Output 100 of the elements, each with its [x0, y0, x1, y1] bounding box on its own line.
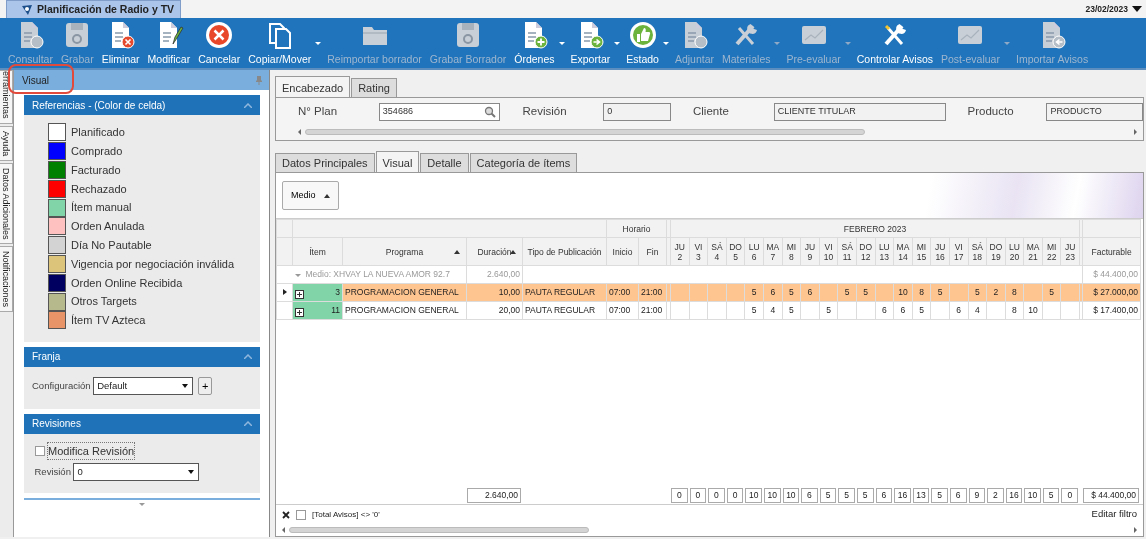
total-cell: 0: [1061, 487, 1079, 503]
cancel-icon: [204, 20, 235, 50]
toolbar-button[interactable]: Órdenes: [510, 18, 567, 68]
horizontal-scrollbar[interactable]: [298, 127, 1137, 136]
sort-icon[interactable]: [510, 250, 516, 254]
tab[interactable]: Rating: [351, 78, 397, 97]
table-cell: 5: [819, 301, 838, 320]
dropdown-field[interactable]: Default: [93, 376, 194, 395]
checkbox[interactable]: [34, 446, 45, 456]
legend-label: Otros Targets: [71, 294, 137, 310]
add-button[interactable]: +: [198, 376, 213, 395]
side-tab[interactable]: Datos Adicionales: [0, 162, 13, 245]
input-field[interactable]: CLIENTE TITULAR: [773, 103, 946, 121]
total-cell: 10: [763, 487, 781, 503]
total-cell: 9: [968, 487, 986, 503]
dropdown-icon[interactable]: [1132, 6, 1142, 12]
total-cell: 13: [912, 487, 930, 503]
collapse-icon[interactable]: [294, 274, 301, 278]
table-cell: 20,00: [466, 301, 523, 320]
edit-filter-link[interactable]: Editar filtro: [1091, 507, 1137, 522]
total-cell: 10: [745, 487, 762, 503]
toolbar-button[interactable]: Eliminar: [97, 18, 144, 68]
table-cell: $ 17.400,00: [1082, 301, 1141, 320]
date-text: 23/02/2023: [1085, 2, 1128, 16]
total-cell: 10: [782, 487, 800, 503]
toolbar-button[interactable]: Cancelar: [194, 18, 245, 68]
tab[interactable]: Visual: [375, 151, 420, 173]
total-cell: 16: [1005, 487, 1023, 503]
table-row[interactable]: 3 PROGRAMACION GENERAL 10,00 PAUTA REGULAR 07:00 21:00 5 6 5 6 5 5 10 8 5 5 2 8 5 $ 27.000,00: [276, 283, 1141, 302]
sort-icon[interactable]: [454, 250, 460, 254]
total-cell: 6: [949, 487, 967, 503]
table-cell: 4: [968, 301, 987, 320]
input-field[interactable]: PRODUCTO: [1046, 103, 1143, 121]
column-header[interactable]: Facturable: [1082, 237, 1141, 266]
legend-label: Facturado: [71, 162, 121, 178]
tab[interactable]: Detalle: [420, 153, 469, 172]
column-group-header: Horario: [606, 219, 667, 238]
section-title: Referencias - (Color de celda): [32, 98, 166, 113]
filter-text: [Total Avisos] <> '0': [312, 508, 380, 521]
table-cell: 5: [912, 301, 931, 320]
column-header[interactable]: Programa: [342, 237, 467, 266]
checkbox[interactable]: [296, 509, 306, 520]
table-cell: PAUTA REGULAR: [522, 301, 607, 320]
section-title: Franja: [32, 350, 61, 365]
table-cell: 8: [1005, 301, 1024, 320]
total-cell: 2.640,00: [467, 487, 521, 503]
legend-label: Orden Online Recibida: [71, 275, 183, 291]
table-cell: 10: [1023, 301, 1043, 320]
tab[interactable]: Encabezado: [275, 76, 351, 98]
column-header[interactable]: Duración: [466, 237, 523, 266]
input-field[interactable]: 0: [603, 103, 671, 121]
toolbar-button[interactable]: Controlar Avisos: [852, 18, 937, 68]
checkbox-label[interactable]: Modifica Revisión: [47, 441, 136, 461]
side-tab[interactable]: Notificaciones: [0, 246, 13, 313]
total-cell: 16: [894, 487, 911, 503]
collapse-icon[interactable]: [244, 102, 252, 108]
column-group-header: FEBRERO 2023: [670, 219, 1080, 238]
table-cell: 21:00: [638, 301, 667, 320]
table-cell: $ 44.400,00: [1082, 265, 1141, 284]
legend-label: Vigencia por negociación inválida: [71, 256, 235, 272]
total-cell: 0: [689, 487, 707, 503]
total-cell: 0: [726, 487, 744, 503]
collapse-icon[interactable]: [244, 421, 252, 427]
table-cell: 07:00: [606, 301, 639, 320]
expand-icon[interactable]: [295, 290, 304, 299]
close-icon[interactable]: [282, 510, 290, 519]
table-cell: 4: [763, 301, 783, 320]
expand-icon[interactable]: [295, 308, 304, 317]
legend-label: Día No Pautable: [71, 237, 152, 253]
toolbar-button[interactable]: Modificar: [143, 18, 195, 68]
legend-label: Ítem manual: [71, 200, 132, 216]
tab[interactable]: Datos Principales: [275, 153, 375, 172]
field-label: Cliente: [693, 104, 730, 120]
tab[interactable]: Categoría de ítems: [469, 153, 578, 172]
column-header[interactable]: Tipo de Publicación: [522, 237, 607, 266]
input-field[interactable]: 354686: [378, 103, 501, 121]
search-icon[interactable]: [484, 106, 497, 118]
total-cell: 5: [819, 487, 837, 503]
thumbs-up-icon: [627, 20, 658, 50]
side-tab[interactable]: erramientas: [0, 70, 13, 124]
panel-title: Visual: [22, 73, 50, 88]
dropdown-field[interactable]: 0: [73, 462, 200, 481]
toolbar-button[interactable]: Estado: [622, 18, 671, 68]
total-cell: 2: [987, 487, 1004, 503]
field-label: Revisión: [34, 464, 71, 479]
total-cell: $ 44.400,00: [1083, 487, 1140, 503]
total-cell: 5: [931, 487, 948, 503]
toolbar-button[interactable]: Copiar/Mover: [244, 18, 324, 68]
field-label: Configuración: [32, 378, 91, 393]
table-row[interactable]: 11 PROGRAMACION GENERAL 20,00 PAUTA REGULAR 07:00 21:00 5 4 5 5 6 6 5 6 4 8 10 $ 17.400,00: [276, 301, 1141, 320]
toolbar-button[interactable]: Exportar: [566, 18, 623, 68]
app-tab[interactable]: Planificación de Radio y TV: [6, 0, 182, 18]
pin-icon[interactable]: [255, 75, 263, 85]
collapse-icon[interactable]: [244, 354, 252, 360]
total-cell: 5: [856, 487, 874, 503]
side-tab[interactable]: Ayuda: [0, 125, 13, 161]
table-cell: 6: [949, 301, 968, 320]
table-cell: 6: [875, 301, 894, 320]
total-cell: 10: [1024, 487, 1041, 503]
group-by-button[interactable]: Medio: [282, 180, 339, 211]
